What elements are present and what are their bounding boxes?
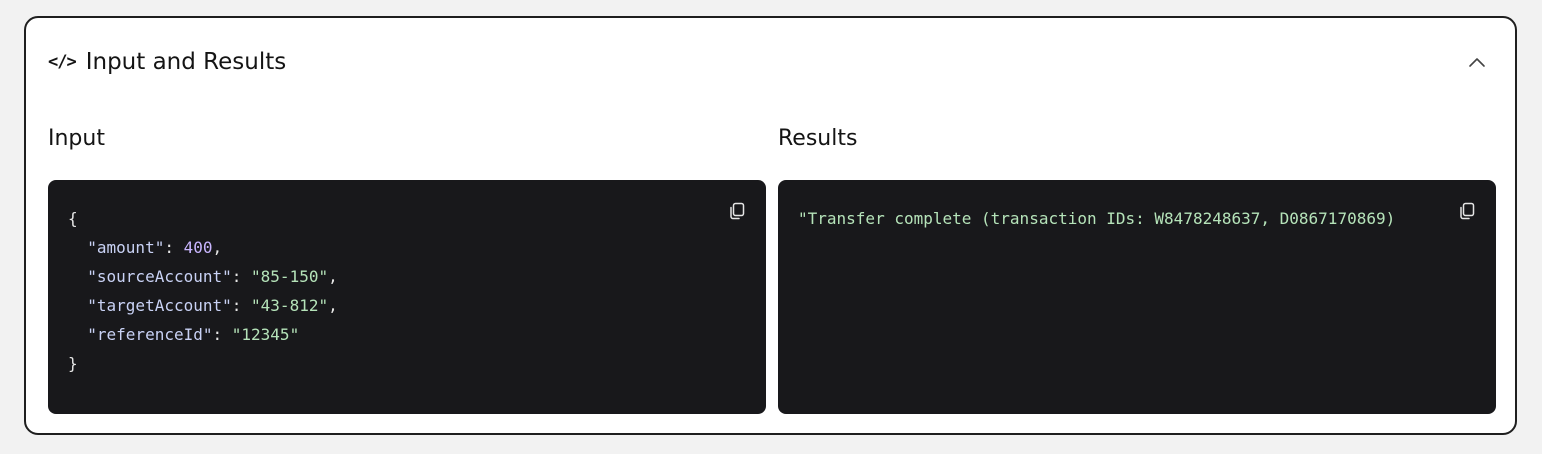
json-value: "43-812" <box>251 296 329 315</box>
json-field-line: "targetAccount": "43-812", <box>68 291 746 320</box>
card-title-group: </> Input and Results <box>48 49 286 75</box>
input-fields: "amount": 400, "sourceAccount": "85-150"… <box>68 233 746 349</box>
open-brace: { <box>68 209 78 228</box>
json-value: "85-150" <box>251 267 329 286</box>
json-separator: : <box>212 325 232 344</box>
chevron-up-icon <box>1469 58 1485 67</box>
json-key: "targetAccount" <box>87 296 232 315</box>
json-value: 400 <box>183 238 213 257</box>
json-key: "amount" <box>87 238 165 257</box>
copy-input-button[interactable] <box>726 200 748 222</box>
json-trailing-comma: , <box>328 296 338 315</box>
close-brace: } <box>68 354 78 373</box>
collapse-button[interactable] <box>1461 46 1493 78</box>
input-code-block: { "amount": 400, "sourceAccount": "85-15… <box>48 180 766 414</box>
result-text: "Transfer complete (transaction IDs: W84… <box>798 209 1396 228</box>
json-separator: : <box>231 296 252 315</box>
json-field-line: "sourceAccount": "85-150", <box>68 262 746 291</box>
json-separator: : <box>164 238 184 257</box>
json-trailing-comma: , <box>212 238 223 257</box>
json-key: "referenceId" <box>87 325 213 344</box>
card-header[interactable]: </> Input and Results <box>48 42 1493 82</box>
input-results-card: </> Input and Results Input Results { "a… <box>24 16 1517 435</box>
json-value: "12345" <box>231 325 300 344</box>
input-label: Input <box>48 126 105 151</box>
json-field-line: "referenceId": "12345" <box>68 320 746 349</box>
json-separator: : <box>231 267 252 286</box>
copy-icon <box>1460 202 1475 220</box>
copy-results-button[interactable] <box>1456 200 1478 222</box>
results-label: Results <box>778 126 858 151</box>
copy-icon <box>730 202 745 220</box>
json-key: "sourceAccount" <box>87 267 232 286</box>
code-icon: </> <box>48 52 77 72</box>
json-trailing-comma: , <box>328 267 338 286</box>
results-code-block: "Transfer complete (transaction IDs: W84… <box>778 180 1496 414</box>
json-field-line: "amount": 400, <box>68 233 746 262</box>
card-title: Input and Results <box>85 49 287 75</box>
